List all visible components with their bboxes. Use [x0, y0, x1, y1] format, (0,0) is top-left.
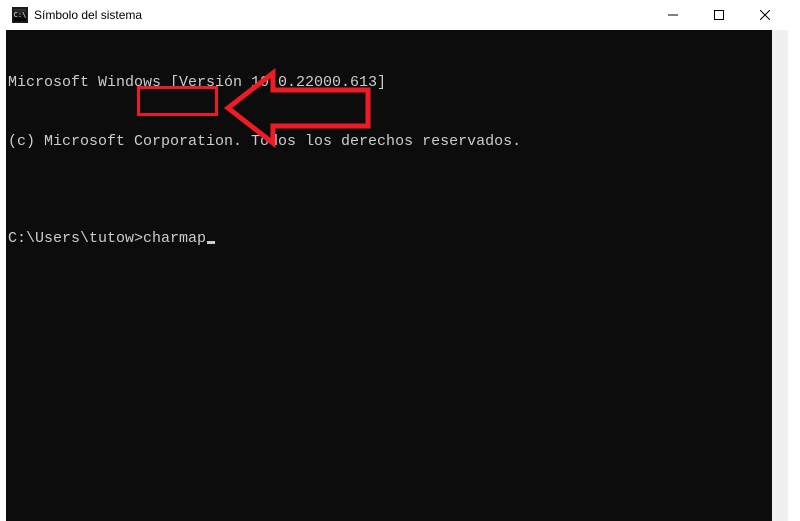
minimize-icon — [668, 10, 678, 20]
cmd-window: C:\ Símbolo del sistema Microsoft Window… — [6, 0, 788, 521]
window-controls — [650, 0, 788, 30]
close-icon — [760, 10, 770, 20]
terminal-prompt-line: C:\Users\tutow>charmap — [8, 229, 772, 249]
terminal-line-copyright: (c) Microsoft Corporation. Todos los der… — [8, 132, 772, 152]
vertical-scrollbar[interactable] — [772, 30, 788, 521]
terminal[interactable]: Microsoft Windows [Versión 10.0.22000.61… — [6, 30, 772, 521]
minimize-button[interactable] — [650, 0, 696, 30]
command-text: charmap — [143, 230, 206, 247]
titlebar[interactable]: C:\ Símbolo del sistema — [6, 0, 788, 30]
close-button[interactable] — [742, 0, 788, 30]
terminal-line-version: Microsoft Windows [Versión 10.0.22000.61… — [8, 73, 772, 93]
terminal-wrap: Microsoft Windows [Versión 10.0.22000.61… — [6, 30, 788, 521]
prompt-text: C:\Users\tutow> — [8, 230, 143, 247]
cmd-icon: C:\ — [12, 7, 28, 23]
cursor — [207, 241, 215, 244]
maximize-button[interactable] — [696, 0, 742, 30]
titlebar-left: C:\ Símbolo del sistema — [12, 7, 142, 23]
maximize-icon — [714, 10, 724, 20]
window-title: Símbolo del sistema — [34, 8, 142, 22]
